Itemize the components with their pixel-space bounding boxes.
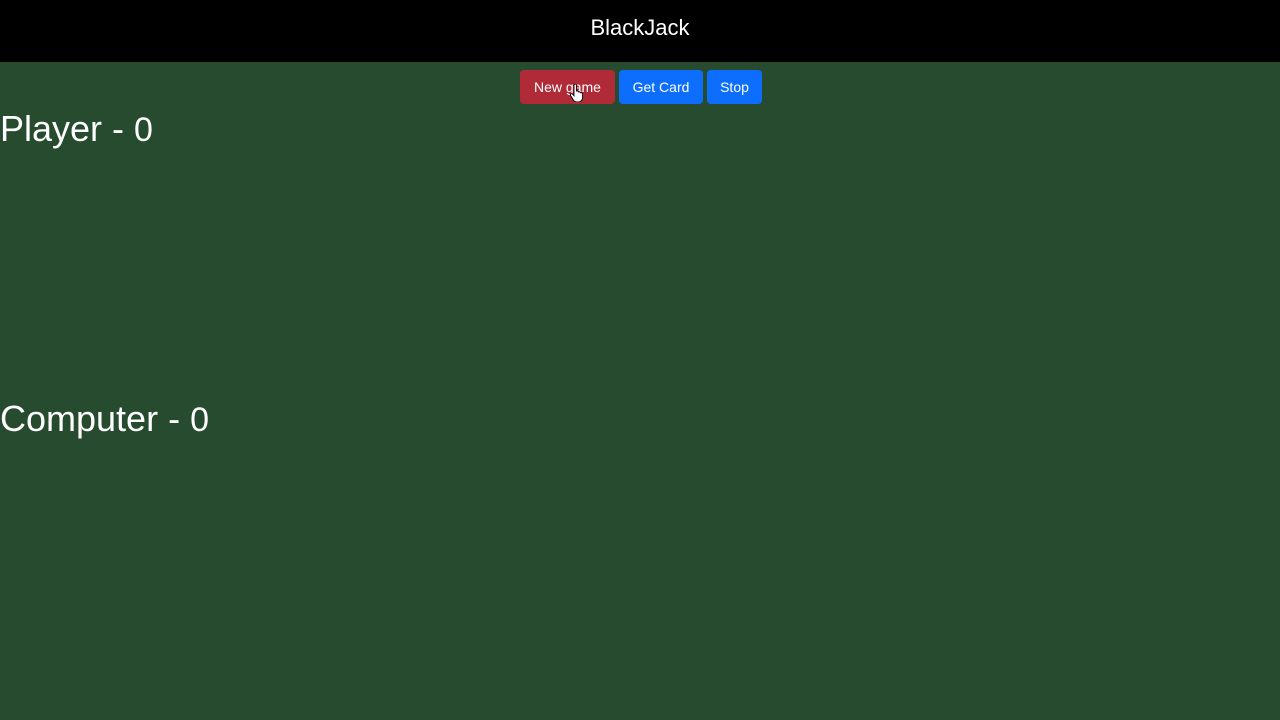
top-bar: BlackJack <box>0 0 1280 62</box>
computer-heading: Computer - 0 <box>0 399 209 439</box>
get-card-button[interactable]: Get Card <box>619 70 703 104</box>
player-cards-area <box>0 152 1280 352</box>
player-heading: Player - 0 <box>0 109 153 149</box>
computer-label: Computer - <box>0 398 181 439</box>
game-controls: New game Get Card Stop <box>0 70 1280 104</box>
app-title: BlackJack <box>590 15 690 40</box>
player-score: 0 <box>134 111 153 149</box>
computer-score: 0 <box>190 401 209 439</box>
computer-cards-area <box>0 442 1280 642</box>
player-label: Player - <box>0 108 125 149</box>
stop-button[interactable]: Stop <box>707 70 762 104</box>
new-game-button[interactable]: New game <box>520 70 615 104</box>
